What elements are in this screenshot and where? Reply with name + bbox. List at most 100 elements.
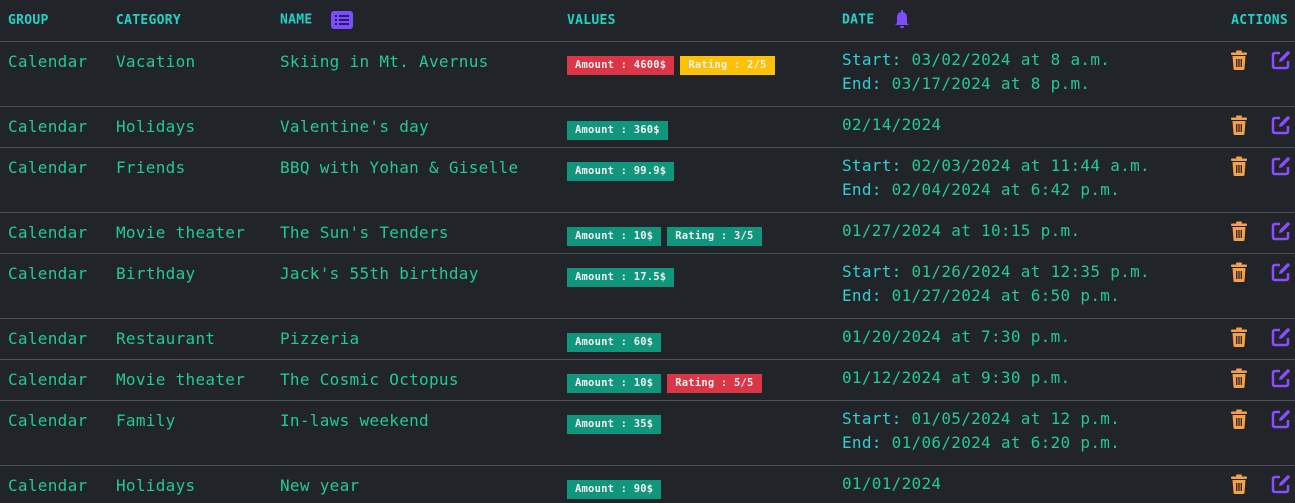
cell-category: Friends: [108, 147, 272, 213]
column-header-date[interactable]: DATE: [834, 0, 1209, 42]
trash-icon[interactable]: [1229, 327, 1249, 347]
cell-values: Amount : 35$: [559, 400, 834, 466]
trash-icon[interactable]: [1229, 50, 1249, 70]
amount-badge: Amount : 10$: [567, 226, 662, 246]
group-text: Calendar: [8, 369, 88, 389]
trash-icon[interactable]: [1229, 474, 1249, 494]
column-header-actions: ACTIONS: [1209, 0, 1295, 42]
trash-icon[interactable]: [1229, 115, 1249, 135]
table-row[interactable]: Calendar Vacation Skiing in Mt. Avernus …: [0, 41, 1295, 107]
cell-name: Valentine's day: [272, 106, 559, 148]
category-text: Restaurant: [116, 328, 216, 348]
rating-badge: Rating : 2/5: [680, 55, 775, 75]
trash-icon[interactable]: [1229, 262, 1249, 282]
cell-date: Start: 03/02/2024 at 8 a.m. End: 03/17/20…: [834, 41, 1209, 107]
group-text: Calendar: [8, 51, 88, 71]
cell-date: Start: 01/26/2024 at 12:35 p.m. End: 01/2…: [834, 253, 1209, 319]
amount-badge: Amount : 10$: [567, 373, 662, 393]
cell-date: 01/20/2024 at 7:30 p.m.: [834, 318, 1209, 360]
table-row[interactable]: Calendar Restaurant Pizzeria Amount : 60…: [0, 318, 1295, 360]
edit-icon[interactable]: [1271, 409, 1291, 429]
group-text: Calendar: [8, 475, 88, 495]
cell-values: Amount : 4600$ Rating : 2/5: [559, 41, 834, 107]
column-header-group[interactable]: GROUP: [0, 0, 108, 42]
category-text: Movie theater: [116, 369, 246, 389]
end-date-value: 01/06/2024 at 6:20 p.m.: [881, 432, 1121, 452]
start-date-value: 01/26/2024 at 12:35 p.m.: [901, 261, 1150, 281]
end-date-label: End:: [842, 73, 882, 93]
column-header-values-label: VALUES: [567, 12, 616, 28]
cell-name: BBQ with Yohan & Giselle: [272, 147, 559, 213]
edit-icon[interactable]: [1271, 50, 1291, 70]
category-text: Vacation: [116, 51, 196, 71]
event-name: In-laws weekend: [280, 410, 429, 430]
start-date: Start: 01/05/2024 at 12 p.m.: [842, 407, 1209, 431]
table-row[interactable]: Calendar Movie theater The Sun's Tenders…: [0, 212, 1295, 254]
event-name: The Sun's Tenders: [280, 222, 449, 242]
edit-icon[interactable]: [1271, 368, 1291, 388]
table-body: Calendar Vacation Skiing in Mt. Avernus …: [0, 41, 1295, 503]
cell-group: Calendar: [0, 41, 108, 107]
date-text: 01/27/2024 at 10:15 p.m.: [842, 220, 1081, 240]
start-date-value: 02/03/2024 at 11:44 a.m.: [901, 155, 1150, 175]
cell-group: Calendar: [0, 359, 108, 401]
end-date-value: 03/17/2024 at 8 p.m.: [881, 73, 1091, 93]
start-date-value: 01/05/2024 at 12 p.m.: [901, 408, 1121, 428]
edit-icon[interactable]: [1271, 115, 1291, 135]
date-text: 02/14/2024: [842, 114, 942, 134]
start-date: Start: 02/03/2024 at 11:44 a.m.: [842, 154, 1209, 178]
cell-category: Holidays: [108, 465, 272, 503]
event-name: Pizzeria: [280, 328, 360, 348]
date-text: 01/01/2024: [842, 473, 942, 493]
table-row[interactable]: Calendar Birthday Jack's 55th birthday A…: [0, 253, 1295, 319]
category-text: Birthday: [116, 263, 196, 283]
table-header: GROUP CATEGORY NAME VALUES DATE ACTIONS: [0, 0, 1295, 42]
column-header-category[interactable]: CATEGORY: [108, 0, 272, 42]
trash-icon[interactable]: [1229, 409, 1249, 429]
table-row[interactable]: Calendar Holidays Valentine's day Amount…: [0, 106, 1295, 148]
end-date-value: 02/04/2024 at 6:42 p.m.: [881, 179, 1121, 199]
edit-icon[interactable]: [1271, 156, 1291, 176]
table-row[interactable]: Calendar Holidays New year Amount : 90$ …: [0, 465, 1295, 503]
trash-icon[interactable]: [1229, 156, 1249, 176]
event-name: The Cosmic Octopus: [280, 369, 459, 389]
date-text: 01/20/2024 at 7:30 p.m.: [842, 326, 1071, 346]
cell-date: Start: 01/05/2024 at 12 p.m. End: 01/06/2…: [834, 400, 1209, 466]
column-header-date-label: DATE: [842, 12, 875, 28]
cell-values: Amount : 10$ Rating : 3/5: [559, 212, 834, 254]
bell-icon[interactable]: [893, 10, 911, 30]
event-name: Valentine's day: [280, 116, 429, 136]
event-name: Jack's 55th birthday: [280, 263, 479, 283]
edit-icon[interactable]: [1271, 474, 1291, 494]
cell-actions: [1209, 318, 1295, 360]
column-header-name[interactable]: NAME: [272, 0, 559, 42]
trash-icon[interactable]: [1229, 368, 1249, 388]
cell-category: Birthday: [108, 253, 272, 319]
trash-icon[interactable]: [1229, 221, 1249, 241]
cell-group: Calendar: [0, 465, 108, 503]
start-date-label: Start:: [842, 49, 902, 69]
cell-values: Amount : 90$: [559, 465, 834, 503]
edit-icon[interactable]: [1271, 327, 1291, 347]
group-text: Calendar: [8, 410, 88, 430]
start-date-label: Start:: [842, 261, 902, 281]
cell-group: Calendar: [0, 400, 108, 466]
group-text: Calendar: [8, 222, 88, 242]
start-date-label: Start:: [842, 155, 902, 175]
edit-icon[interactable]: [1271, 221, 1291, 241]
table-row[interactable]: Calendar Friends BBQ with Yohan & Gisell…: [0, 147, 1295, 213]
end-date: End: 02/04/2024 at 6:42 p.m.: [842, 178, 1209, 202]
cell-actions: [1209, 253, 1295, 319]
edit-icon[interactable]: [1271, 262, 1291, 282]
event-name: BBQ with Yohan & Giselle: [280, 157, 519, 177]
group-text: Calendar: [8, 157, 88, 177]
column-header-values[interactable]: VALUES: [559, 0, 834, 42]
list-icon[interactable]: [330, 11, 353, 30]
cell-category: Movie theater: [108, 359, 272, 401]
category-text: Holidays: [116, 475, 196, 495]
table-row[interactable]: Calendar Family In-laws weekend Amount :…: [0, 400, 1295, 466]
table-row[interactable]: Calendar Movie theater The Cosmic Octopu…: [0, 359, 1295, 401]
cell-name: Pizzeria: [272, 318, 559, 360]
cell-category: Movie theater: [108, 212, 272, 254]
cell-actions: [1209, 41, 1295, 107]
